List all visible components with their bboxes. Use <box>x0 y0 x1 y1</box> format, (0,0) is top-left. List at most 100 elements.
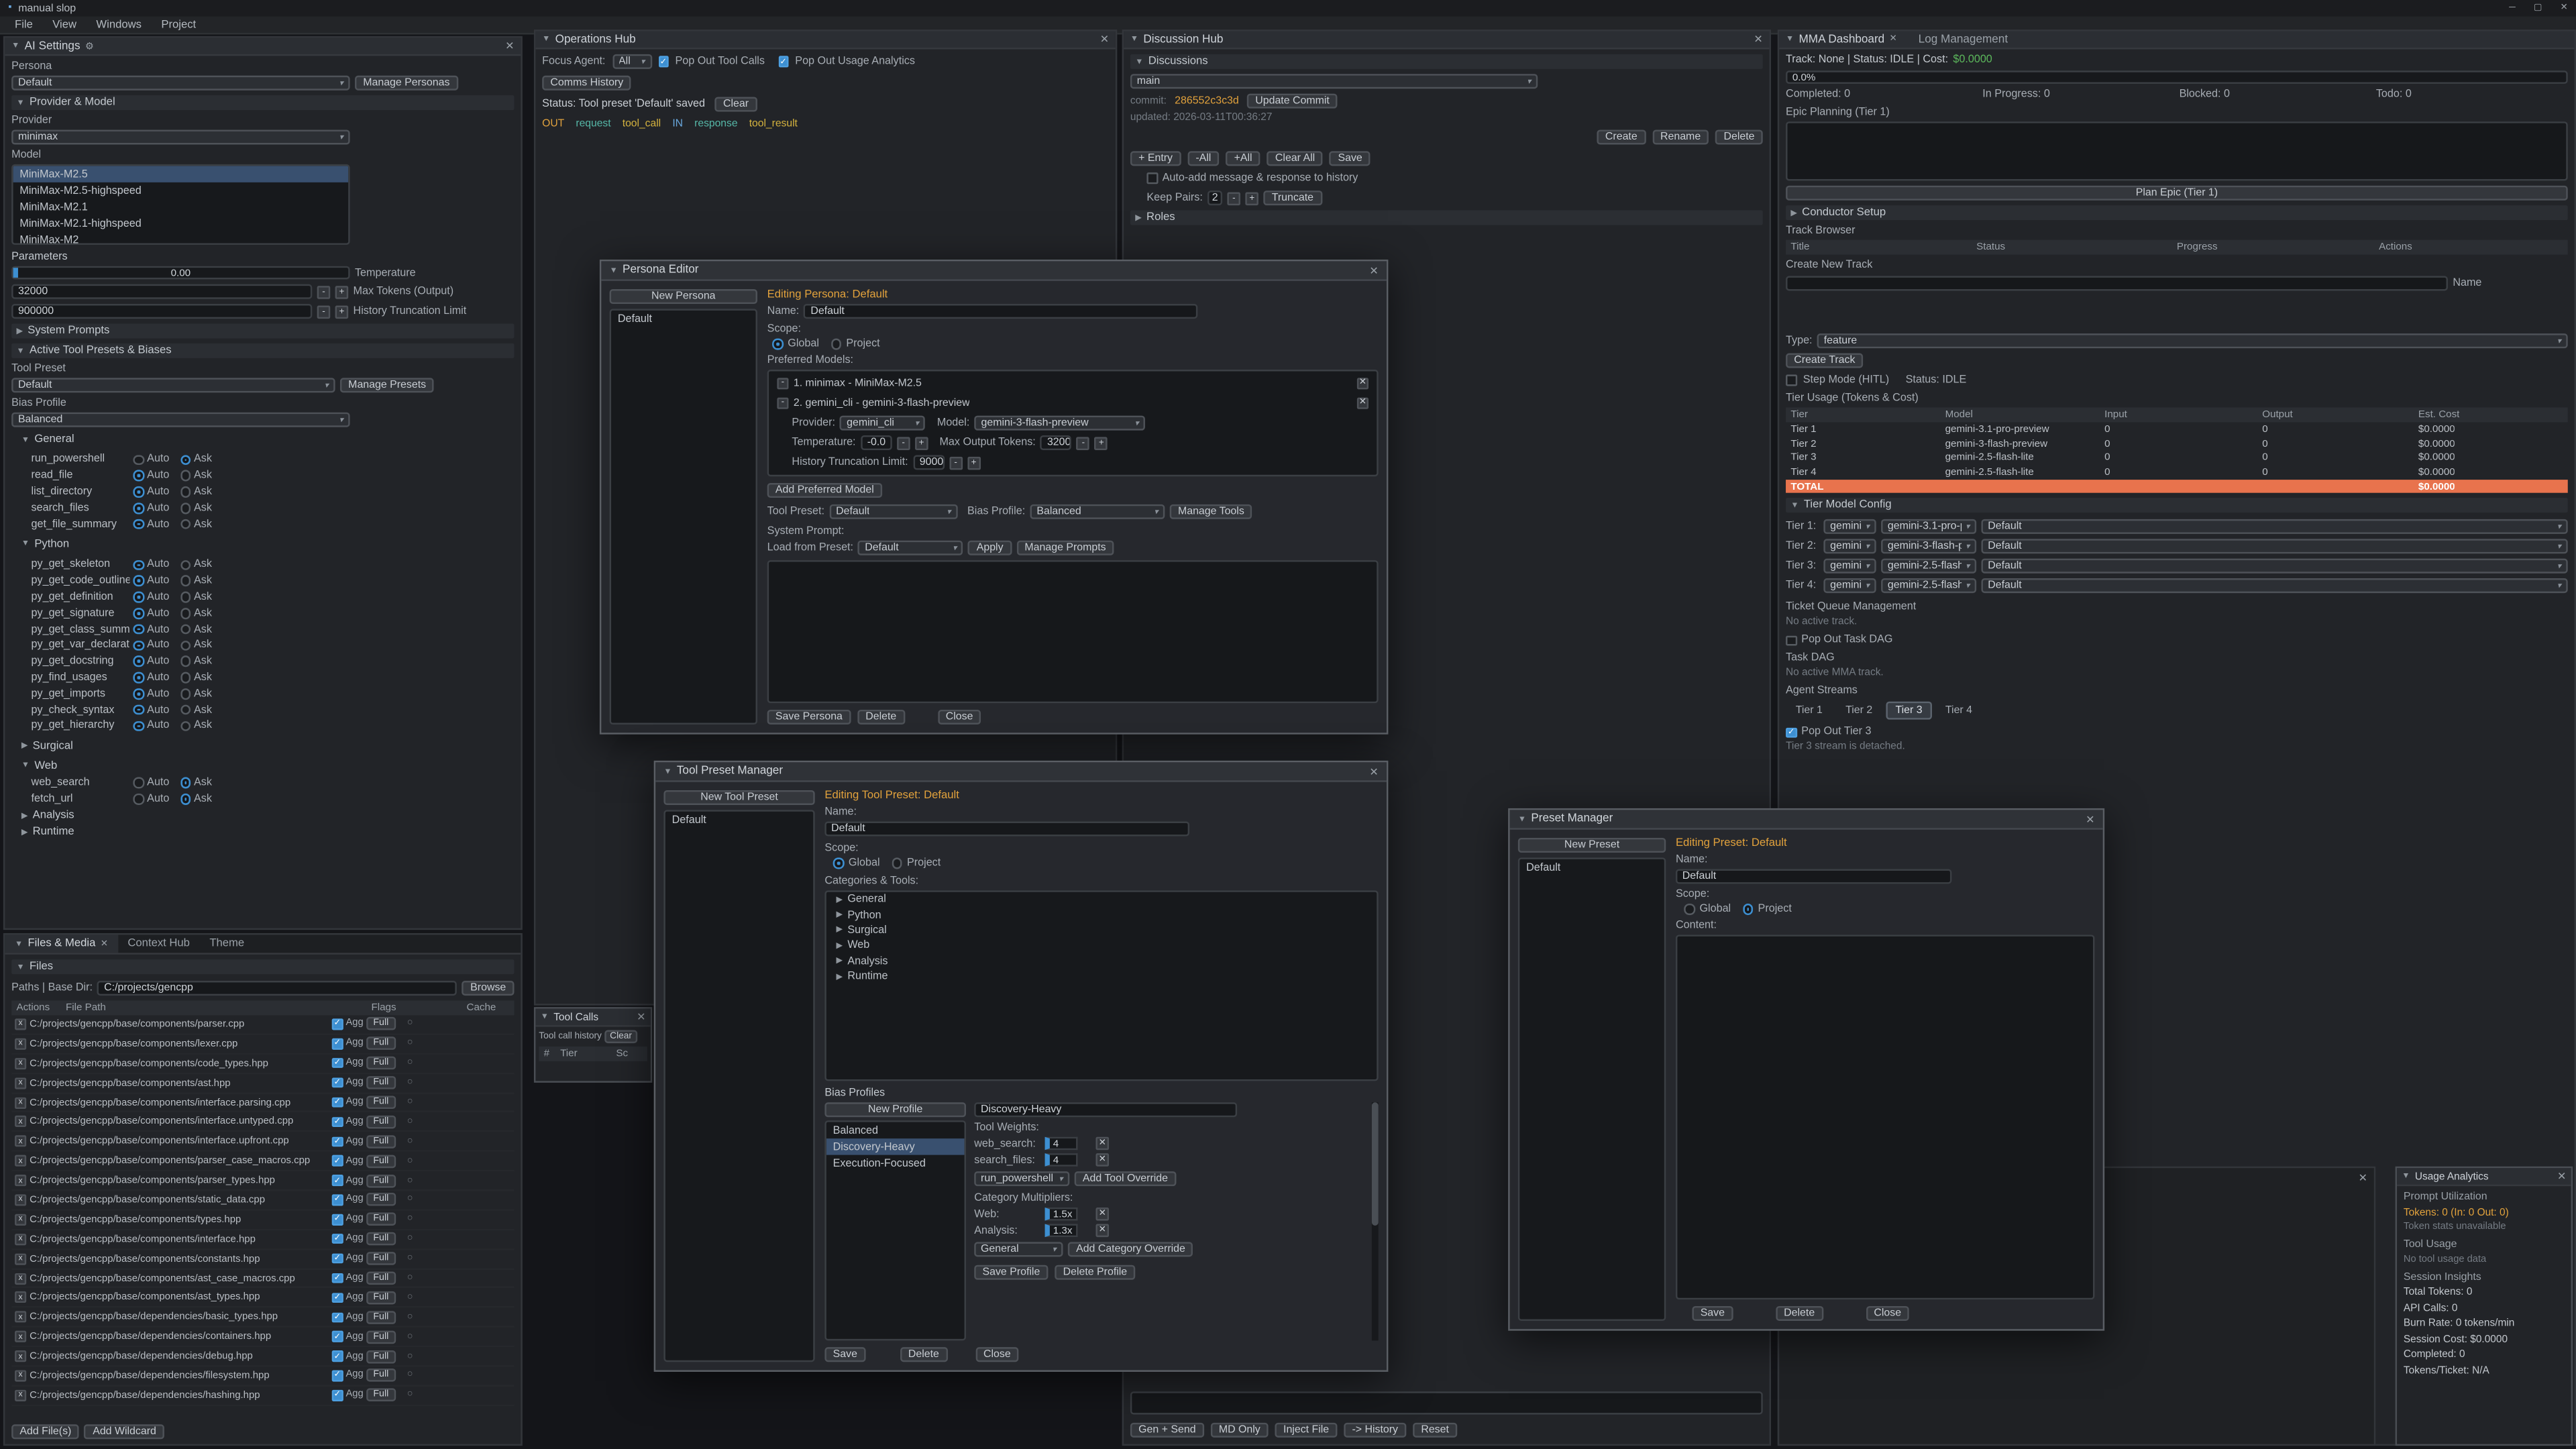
entry-button[interactable]: +All <box>1226 151 1260 166</box>
save-profile-button[interactable]: Save Profile <box>974 1265 1048 1280</box>
send-action-button[interactable]: Inject File <box>1275 1423 1338 1438</box>
full-button[interactable]: Full <box>367 1057 395 1070</box>
close-panel-icon[interactable]: ✕ <box>637 1010 645 1024</box>
roles-section-header[interactable]: ▶ Roles <box>1130 210 1763 225</box>
base-dir-input[interactable]: C:/projects/gencpp <box>97 981 457 996</box>
analysis-group-header[interactable]: ▶ Analysis <box>11 809 514 824</box>
full-button[interactable]: Full <box>367 1037 395 1051</box>
auto-radio[interactable] <box>133 777 144 788</box>
add-preferred-model-button[interactable]: Add Preferred Model <box>767 483 882 498</box>
decrement-button[interactable]: - <box>897 436 910 449</box>
agg-checkbox[interactable] <box>332 1351 343 1362</box>
category-tree-item[interactable]: ▶ Runtime <box>826 969 1377 985</box>
browse-button[interactable]: Browse <box>462 981 515 996</box>
ask-radio[interactable] <box>180 672 191 683</box>
close-button[interactable]: Close <box>975 1347 1019 1362</box>
increment-button[interactable]: + <box>335 305 349 318</box>
remove-file-button[interactable]: x <box>15 1292 26 1303</box>
save-button[interactable]: Save <box>1692 1306 1733 1321</box>
profile-name-input[interactable]: Discovery-Heavy <box>974 1102 1237 1117</box>
agg-checkbox[interactable] <box>332 1077 343 1088</box>
stream-tab[interactable]: Tier 4 <box>1935 702 1982 720</box>
remove-file-button[interactable]: x <box>15 1370 26 1381</box>
full-button[interactable]: Full <box>367 1291 395 1305</box>
auto-radio[interactable] <box>133 704 144 715</box>
full-button[interactable]: Full <box>367 1389 395 1402</box>
remove-file-button[interactable]: x <box>15 1175 26 1186</box>
persona-editor-titlebar[interactable]: ▼ Persona Editor ✕ <box>601 261 1387 280</box>
scrollbar[interactable] <box>1372 1102 1379 1340</box>
max-tokens-input[interactable]: 32000 <box>11 284 312 299</box>
weight-value-input[interactable]: 4 <box>1045 1137 1078 1150</box>
auto-radio[interactable] <box>133 656 144 667</box>
weight-value-input[interactable]: 4 <box>1045 1153 1078 1167</box>
track-type-dropdown[interactable]: feature <box>1817 333 2568 348</box>
remove-file-button[interactable]: x <box>15 1077 26 1089</box>
conductor-setup-header[interactable]: ▶ Conductor Setup <box>1786 205 2568 220</box>
stream-tab[interactable]: Tier 1 <box>1786 702 1832 720</box>
agg-checkbox[interactable] <box>332 1136 343 1147</box>
agg-checkbox[interactable] <box>332 1293 343 1303</box>
surgical-group-header[interactable]: ▶ Surgical <box>11 739 514 753</box>
focus-agent-dropdown[interactable]: All <box>612 54 651 69</box>
category-tree-item[interactable]: ▶ General <box>826 892 1377 908</box>
entry-button[interactable]: + Entry <box>1130 151 1181 166</box>
auto-radio[interactable] <box>133 672 144 683</box>
system-prompt-textarea[interactable] <box>767 560 1379 703</box>
ask-radio[interactable] <box>180 559 191 570</box>
close-dialog-icon[interactable]: ✕ <box>1369 765 1378 778</box>
track-name-input[interactable] <box>1786 276 2448 290</box>
full-button[interactable]: Full <box>367 1213 395 1226</box>
auto-radio[interactable] <box>133 559 144 570</box>
discussion-manage-button[interactable]: Delete <box>1715 129 1763 144</box>
tier-provider-dropdown[interactable]: gemini <box>1823 519 1876 534</box>
manage-prompts-button[interactable]: Manage Prompts <box>1016 541 1114 555</box>
full-button[interactable]: Full <box>367 1272 395 1285</box>
category-tree-item[interactable]: ▶ Analysis <box>826 954 1377 969</box>
increment-button[interactable]: + <box>967 456 981 470</box>
ask-radio[interactable] <box>180 486 191 497</box>
close-panel-icon[interactable]: ✕ <box>2359 1171 2367 1185</box>
step-mode-checkbox[interactable] <box>1786 375 1796 386</box>
bias-profile-dropdown[interactable]: Balanced <box>11 413 350 427</box>
model-list-item[interactable]: MiniMax-M2.5 <box>13 166 349 182</box>
gear-icon[interactable]: ⚙ <box>85 40 94 52</box>
tab-mma-dashboard[interactable]: MMA Dashboard <box>1799 34 1885 45</box>
full-button[interactable]: Full <box>367 1095 395 1109</box>
close-button[interactable]: Close <box>1866 1306 1909 1321</box>
delete-persona-button[interactable]: Delete <box>857 710 905 724</box>
new-profile-button[interactable]: New Profile <box>824 1102 966 1117</box>
bias-profile-dropdown[interactable]: Balanced <box>1030 504 1165 519</box>
remove-file-button[interactable]: x <box>15 1331 26 1342</box>
remove-file-button[interactable]: x <box>15 1311 26 1323</box>
entry-button[interactable]: Save <box>1330 151 1371 166</box>
add-wildcard-button[interactable]: Add Wildcard <box>85 1424 164 1439</box>
increment-button[interactable]: + <box>1095 436 1108 449</box>
multiplier-value-input[interactable]: 1.3x <box>1045 1224 1078 1237</box>
preset-name-input[interactable]: Default <box>1676 869 1951 884</box>
menu-item[interactable]: File <box>7 17 41 32</box>
menu-item[interactable]: Project <box>153 17 204 32</box>
close-panel-icon[interactable]: ✕ <box>2557 1170 2566 1183</box>
tier-provider-dropdown[interactable]: gemini <box>1823 559 1876 574</box>
remove-file-button[interactable]: x <box>15 1155 26 1167</box>
new-preset-button[interactable]: New Preset <box>1518 838 1666 853</box>
pop-out-tool-calls-checkbox[interactable] <box>658 56 669 67</box>
send-action-button[interactable]: Gen + Send <box>1130 1423 1204 1438</box>
persona-name-input[interactable]: Default <box>804 304 1199 319</box>
remove-file-button[interactable]: x <box>15 1116 26 1128</box>
python-group-header[interactable]: ▼ Python <box>11 537 514 552</box>
ask-radio[interactable] <box>180 519 191 529</box>
pm-provider-dropdown[interactable]: gemini_cli <box>840 416 925 431</box>
discussions-section-header[interactable]: ▼ Discussions <box>1130 54 1763 69</box>
close-panel-icon[interactable]: ✕ <box>505 40 514 53</box>
delete-button[interactable]: Delete <box>900 1347 948 1362</box>
agg-checkbox[interactable] <box>332 1156 343 1167</box>
stream-tab[interactable]: Tier 2 <box>1835 702 1882 720</box>
full-button[interactable]: Full <box>367 1330 395 1344</box>
remove-file-button[interactable]: x <box>15 1097 26 1108</box>
remove-file-button[interactable]: x <box>15 1389 26 1401</box>
auto-add-checkbox[interactable] <box>1146 173 1157 184</box>
tab-log-management[interactable]: Log Management <box>1912 34 2015 45</box>
apply-button[interactable]: Apply <box>968 541 1011 555</box>
